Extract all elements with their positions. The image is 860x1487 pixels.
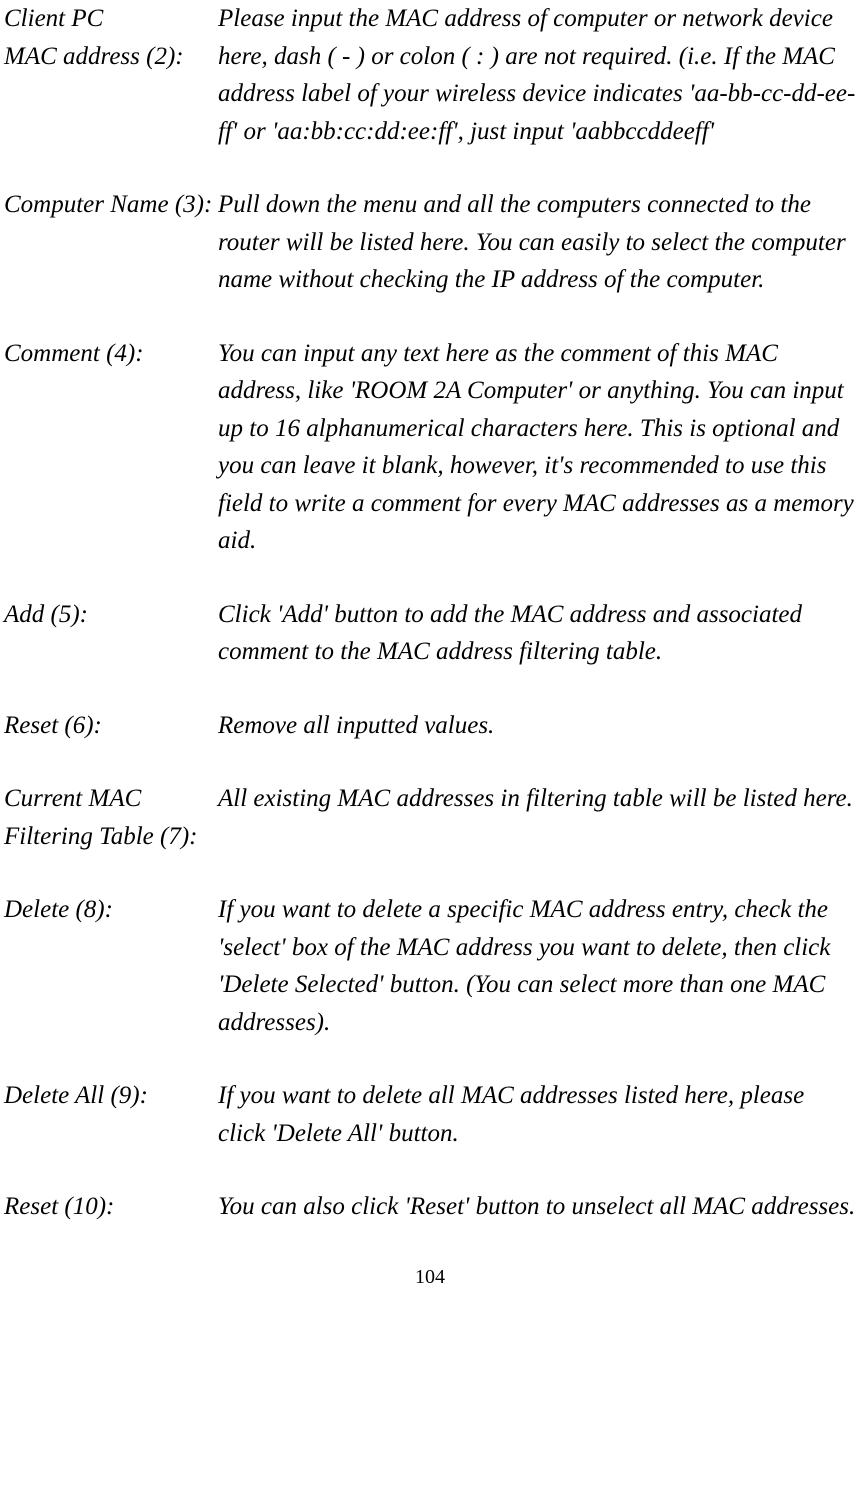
definition-item: Comment (4): You can input any text here… <box>4 335 856 560</box>
definition-item: Client PC MAC address (2): Please input … <box>4 0 856 150</box>
definition-term: Client PC MAC address (2): <box>4 0 218 150</box>
definition-item: Computer Name (3): Pull down the menu an… <box>4 186 856 299</box>
definition-term: Current MAC Filtering Table (7): <box>4 780 218 855</box>
page-number: 104 <box>4 1262 856 1292</box>
term-line-1: Current MAC <box>4 785 141 812</box>
definition-description: All existing MAC addresses in filtering … <box>218 780 856 855</box>
definition-term: Add (5): <box>4 596 218 671</box>
term-line-2: MAC address (2): <box>4 43 184 70</box>
definition-term: Delete (8): <box>4 891 218 1041</box>
definition-description: You can input any text here as the comme… <box>218 335 856 560</box>
definition-description: You can also click 'Reset' button to uns… <box>218 1188 856 1226</box>
definition-description: Please input the MAC address of computer… <box>218 0 856 150</box>
definition-term: Reset (6): <box>4 707 218 745</box>
definition-description: Remove all inputted values. <box>218 707 856 745</box>
definition-item: Reset (10): You can also click 'Reset' b… <box>4 1188 856 1226</box>
definition-description: If you want to delete all MAC addresses … <box>218 1077 856 1152</box>
definition-item: Delete (8): If you want to delete a spec… <box>4 891 856 1041</box>
definition-item: Reset (6): Remove all inputted values. <box>4 707 856 745</box>
definition-term: Delete All (9): <box>4 1077 218 1152</box>
definition-description: Pull down the menu and all the computers… <box>218 186 856 299</box>
document-page: Client PC MAC address (2): Please input … <box>0 0 860 1332</box>
definition-term: Comment (4): <box>4 335 218 560</box>
term-line-2: Filtering Table (7): <box>4 823 198 850</box>
definition-term: Reset (10): <box>4 1188 218 1226</box>
term-line-1: Client PC <box>4 5 103 32</box>
definition-term: Computer Name (3): <box>4 186 218 299</box>
definition-item: Add (5): Click 'Add' button to add the M… <box>4 596 856 671</box>
definition-description: Click 'Add' button to add the MAC addres… <box>218 596 856 671</box>
definition-description: If you want to delete a specific MAC add… <box>218 891 856 1041</box>
definition-item: Delete All (9): If you want to delete al… <box>4 1077 856 1152</box>
definition-item: Current MAC Filtering Table (7): All exi… <box>4 780 856 855</box>
